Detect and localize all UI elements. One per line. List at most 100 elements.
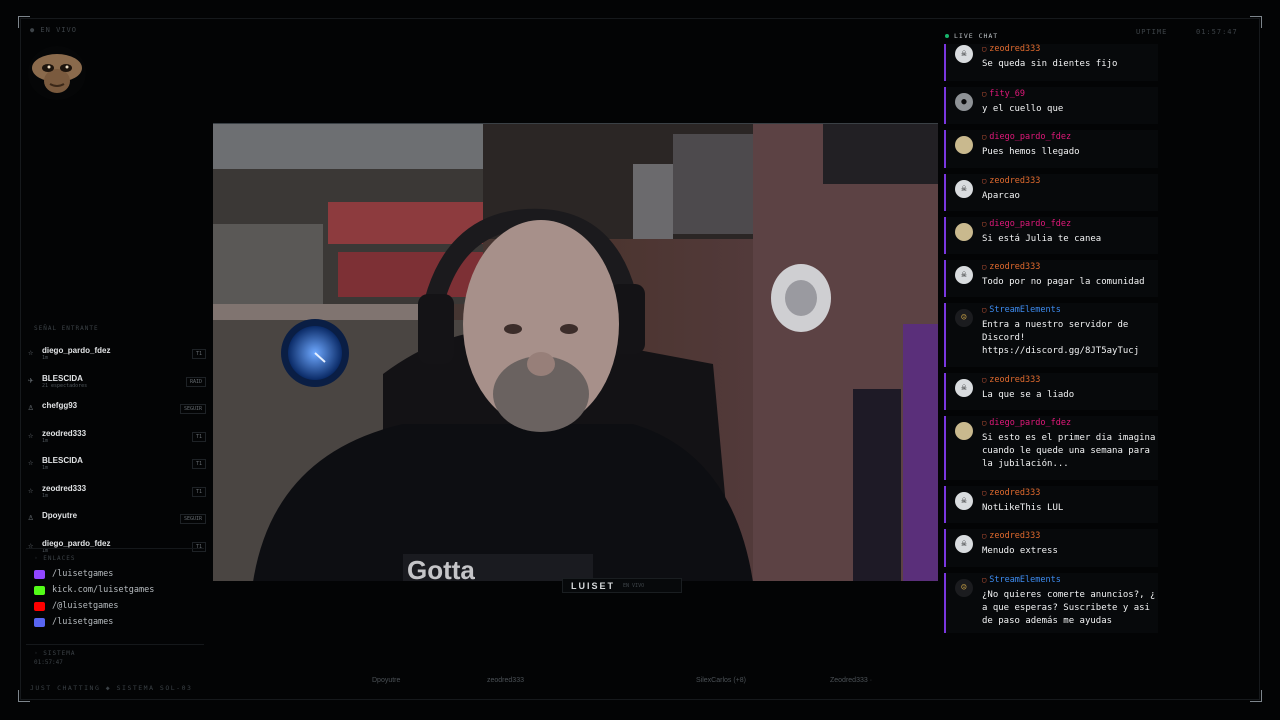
badge-icon: ▢	[982, 532, 987, 540]
chat-text: Pues hemos llegado	[982, 147, 1080, 157]
user-avatar: ●	[955, 93, 973, 111]
follower-item: ♙ chefgg93 SEGUIR	[26, 399, 206, 427]
skull-avatar: ☠	[955, 492, 973, 510]
chat-text: Se queda sin dientes fijo	[982, 59, 1118, 69]
follower-detail: 1m	[42, 437, 49, 444]
bot-avatar: ☺	[955, 309, 973, 327]
follower-item: ♙ Dpoyutre SEGUIR	[26, 509, 206, 537]
followers-title: SEÑAL ENTRANTE	[34, 325, 99, 332]
chat-username[interactable]: ▢ zeodred333	[982, 262, 1040, 272]
chat-message: ▢ diego_pardo_fdez Pues hemos llegado	[944, 130, 1158, 168]
ticker-item: SilexCarlos (+8)	[696, 677, 746, 684]
star-icon: ☆	[28, 485, 34, 496]
frame-corner	[18, 16, 30, 28]
follower-detail: 1m	[42, 465, 49, 471]
ticker-item: Zeodred333 ·	[830, 677, 873, 684]
skull-avatar: ☠	[955, 379, 973, 397]
chat-text: La que se a liado	[982, 390, 1075, 400]
chat-username[interactable]: ▢ zeodred333	[982, 488, 1040, 498]
streamer-nameplate: LUISET EN VIVO	[562, 578, 682, 593]
chat-message: ▢ diego_pardo_fdez Si está Julia te canea	[944, 217, 1158, 254]
social-link[interactable]: /luisetgames	[26, 614, 204, 630]
follower-name: zeodred333	[42, 428, 87, 438]
chat-username[interactable]: ▢ diego_pardo_fdez	[982, 132, 1071, 142]
chat-username-text: diego_pardo_fdez	[989, 418, 1072, 428]
chat-username-text: zeodred333	[989, 375, 1041, 385]
frame-corner	[18, 690, 30, 702]
system-title: ◦ SISTEMA	[34, 650, 76, 657]
social-link-text: /luisetgames	[52, 617, 114, 627]
social-link[interactable]: kick.com/luisetgames	[26, 582, 204, 598]
chat-message: ● ▢ fity_69 y el cuello que	[944, 87, 1158, 124]
follower-name: BLESCIDA	[42, 456, 83, 465]
channel-avatar	[28, 46, 86, 100]
chat-username[interactable]: ▢ fity_69	[982, 89, 1025, 99]
ticker-item: zeodred333	[487, 677, 524, 684]
chat-username[interactable]: ▢ StreamElements	[982, 575, 1061, 585]
badge-icon: ▢	[982, 576, 987, 584]
svg-text:Gotta: Gotta	[407, 555, 475, 581]
frame-corner	[1250, 16, 1262, 28]
discord-icon	[34, 617, 45, 627]
chat-username[interactable]: ▢ diego_pardo_fdez	[982, 418, 1071, 428]
follower-badge: T1	[191, 486, 206, 497]
chat-username[interactable]: ▢ StreamElements	[982, 305, 1061, 315]
follower-item: ✈ BLESCIDA 21 espectadores RAID	[26, 372, 206, 400]
chat-username[interactable]: ▢ zeodred333	[982, 375, 1040, 385]
chat-title: LIVE CHAT	[954, 32, 999, 40]
badge-icon: ▢	[982, 306, 987, 314]
social-link[interactable]: /luisetgames	[26, 566, 204, 582]
follower-item: ☆ diego_pardo_fdez 1m T1	[26, 344, 206, 372]
chat-username[interactable]: ▢ diego_pardo_fdez	[982, 219, 1071, 229]
social-link-text: /@luisetgames	[52, 601, 119, 611]
streamer-sub: EN VIVO	[623, 582, 645, 589]
ticker-item: Dpoyutre	[372, 677, 401, 684]
chat-header: LIVE CHAT	[945, 32, 998, 40]
follower-detail: 1m	[42, 355, 49, 361]
follower-badge: T1	[191, 431, 206, 442]
star-icon: ☆	[28, 348, 34, 358]
chat-text: Entra a nuestro servidor de Discord! htt…	[982, 320, 1140, 356]
rocket-icon: ✈	[28, 375, 34, 386]
chat-message: ☺ ▢ StreamElements Entra a nuestro servidor…	[944, 303, 1158, 367]
badge-icon: ▢	[982, 133, 987, 141]
chat-message: ☠ ▢ zeodred333 Se queda sin dientes fijo	[944, 44, 1158, 81]
skull-avatar: ☠	[955, 45, 973, 63]
follower-badge: SEGUIR	[179, 404, 206, 414]
skull-avatar: ☠	[955, 535, 973, 553]
chat-message: ☺ ▢ StreamElements ¿No quieres comerte anun…	[944, 573, 1158, 633]
chat-username-text: zeodred333	[989, 176, 1041, 186]
badge-icon: ▢	[982, 489, 987, 497]
chat-message: ☠ ▢ zeodred333 NotLikeThis LUL	[944, 486, 1158, 523]
social-link[interactable]: /@luisetgames	[26, 598, 204, 614]
user-plus-icon: ♙	[28, 513, 34, 523]
follower-name: BLESCIDA	[42, 373, 83, 383]
follower-detail: 21 espectadores	[42, 382, 88, 389]
skull-avatar: ☠	[955, 180, 973, 198]
uptime-value: 01:57:47	[1196, 28, 1238, 36]
follower-detail: 1m	[42, 492, 49, 499]
badge-icon: ▢	[982, 419, 987, 427]
system-panel: ◦ SISTEMA 01:57:47	[26, 644, 204, 676]
chat-username-text: diego_pardo_fdez	[989, 132, 1072, 142]
dog-avatar	[955, 136, 973, 154]
followers-list: ☆ diego_pardo_fdez 1m T1 ✈ BLESCIDA 21 especta…	[26, 344, 206, 564]
footer-status: JUST CHATTING ◆ SISTEMA SOL-03	[30, 684, 193, 692]
youtube-icon	[34, 601, 45, 611]
links-title: ◦ ENLACES	[34, 555, 76, 562]
chat-username[interactable]: ▢ zeodred333	[982, 531, 1040, 541]
chat-username-text: diego_pardo_fdez	[989, 219, 1072, 229]
chat-message: ▢ diego_pardo_fdez Si esto es el primer di…	[944, 416, 1158, 480]
badge-icon: ▢	[982, 263, 987, 271]
streamer-name: LUISET	[571, 580, 616, 591]
chat-text: NotLikeThis LUL	[982, 503, 1064, 513]
user-plus-icon: ♙	[28, 403, 34, 413]
chat-username[interactable]: ▢ zeodred333	[982, 44, 1040, 54]
follower-item: ☆ zeodred333 1m T1	[26, 482, 206, 510]
chat-username[interactable]: ▢ zeodred333	[982, 176, 1040, 186]
chat-username-text: zeodred333	[989, 531, 1041, 541]
chat-text: Todo por no pagar la comunidad	[982, 277, 1145, 287]
chat-message: ☠ ▢ zeodred333 Menudo extress	[944, 529, 1158, 567]
follower-item: ☆ zeodred333 1m T1	[26, 427, 206, 455]
follower-name: zeodred333	[42, 483, 87, 493]
